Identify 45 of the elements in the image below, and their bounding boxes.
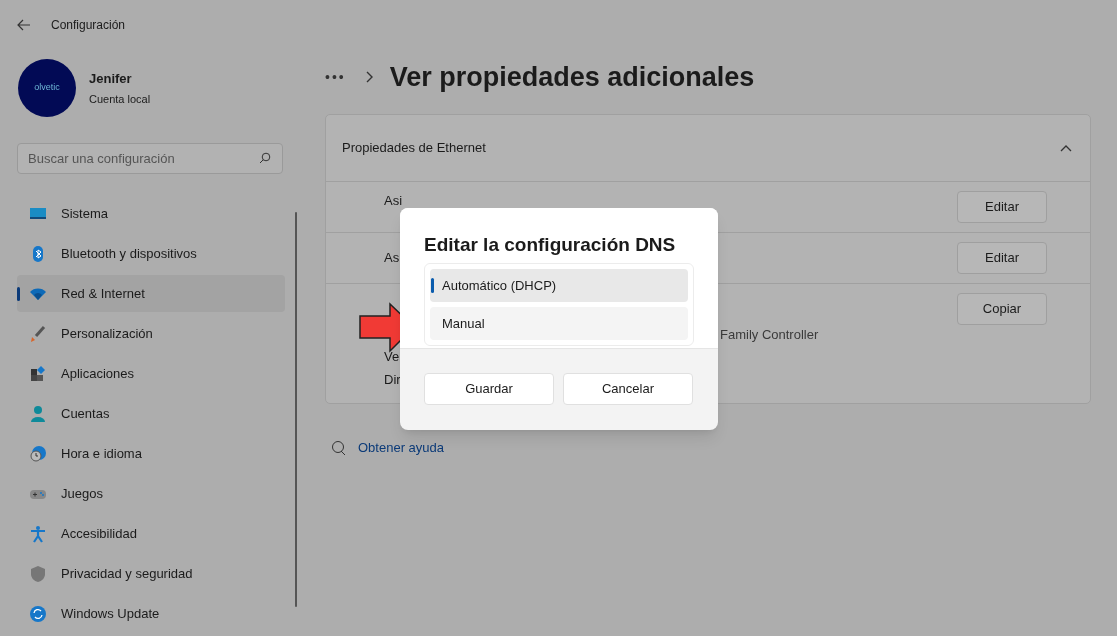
sidebar-item[interactable]: Accesibilidad bbox=[17, 515, 285, 552]
brush-icon bbox=[29, 324, 47, 343]
sidebar-item[interactable]: Cuentas bbox=[17, 395, 285, 432]
sidebar-item[interactable]: Personalización bbox=[17, 315, 285, 352]
dns-option[interactable]: Automático (DHCP) bbox=[430, 269, 688, 302]
property-label: Ve bbox=[384, 349, 401, 365]
chevron-right-icon bbox=[365, 71, 374, 83]
breadcrumb-ellipsis[interactable]: ••• bbox=[325, 66, 346, 88]
person-icon bbox=[29, 404, 47, 423]
sidebar-item[interactable]: Sistema bbox=[17, 195, 285, 232]
sidebar-item[interactable]: Privacidad y seguridad bbox=[17, 555, 285, 592]
clock-icon bbox=[29, 444, 47, 463]
window-title: Configuración bbox=[51, 17, 126, 34]
dialog-title: Editar la configuración DNS bbox=[424, 233, 677, 257]
page-title: Ver propiedades adicionales bbox=[389, 60, 755, 94]
sidebar-item[interactable]: Hora e idioma bbox=[17, 435, 285, 472]
card-title: Propiedades de Ethernet bbox=[342, 139, 486, 158]
dns-option[interactable]: Manual bbox=[430, 307, 688, 340]
shield-icon bbox=[29, 564, 47, 583]
apps-icon bbox=[29, 364, 47, 383]
dialog-button[interactable]: Cancelar bbox=[563, 373, 693, 405]
help-link[interactable]: Obtener ayuda bbox=[358, 438, 444, 458]
account-name: Jenifer bbox=[89, 70, 133, 88]
update-icon bbox=[29, 604, 47, 623]
sidebar-item[interactable]: Juegos bbox=[17, 475, 285, 512]
dialog-button[interactable]: Guardar bbox=[424, 373, 554, 405]
property-label: Dir bbox=[384, 371, 402, 387]
scrollbar[interactable] bbox=[295, 212, 297, 607]
search-icon bbox=[259, 152, 271, 164]
property-action-button[interactable]: Editar bbox=[957, 191, 1047, 223]
avatar-logo-text: olvetic bbox=[34, 81, 60, 95]
property-value: Family Controller bbox=[720, 327, 819, 342]
access-icon bbox=[29, 524, 47, 543]
sidebar-item[interactable]: Windows Update bbox=[17, 595, 285, 632]
property-label: As bbox=[384, 250, 401, 265]
chevron-up-icon[interactable] bbox=[1060, 144, 1072, 152]
property-label: Asi bbox=[384, 193, 404, 208]
sidebar-item[interactable]: Bluetooth y dispositivos bbox=[17, 235, 285, 272]
property-action-button[interactable]: Copiar bbox=[957, 293, 1047, 325]
property-action-button[interactable]: Editar bbox=[957, 242, 1047, 274]
sidebar-item[interactable]: Aplicaciones bbox=[17, 355, 285, 392]
account-type: Cuenta local bbox=[89, 91, 151, 107]
search-field[interactable]: Buscar una configuración bbox=[17, 143, 283, 174]
sidebar-item[interactable]: Red & Internet bbox=[17, 275, 285, 312]
back-arrow-icon[interactable] bbox=[17, 19, 31, 31]
